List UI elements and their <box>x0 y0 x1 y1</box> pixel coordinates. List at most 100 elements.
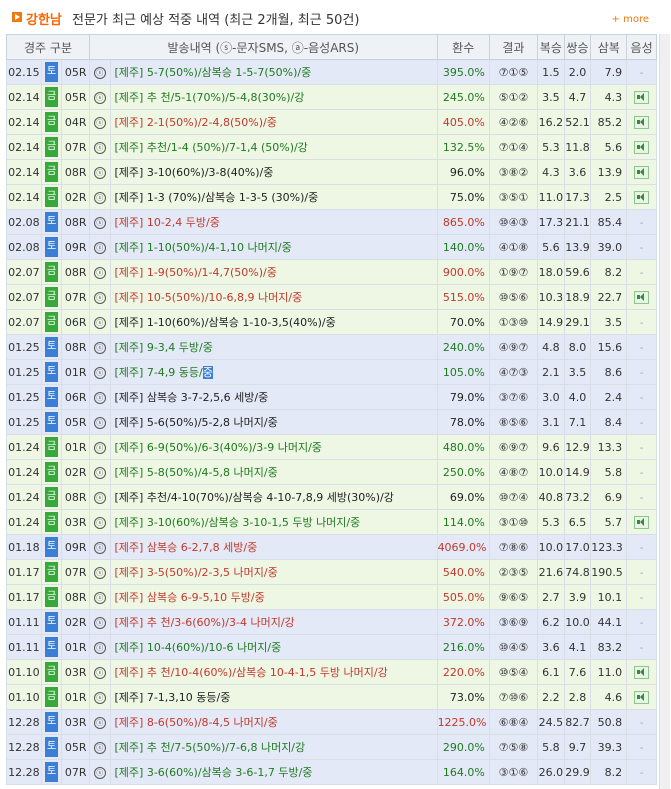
prediction-text[interactable]: 8-6(50%)/8-4,5 나머지/중 <box>147 716 278 729</box>
content-cell[interactable]: [제주] 추천/1-4 (50%)/7-1,4 (50%)/강 <box>109 134 438 160</box>
content-cell[interactable]: [제주] 9-3,4 두방/중 <box>109 334 438 360</box>
prediction-text[interactable]: 1-10(60%)/삼복승 1-10-3,5(40%)/중 <box>147 316 336 329</box>
prediction-text[interactable]: 5-7(50%)/삼복승 1-5-7(50%)/중 <box>147 66 311 79</box>
sambok-cell: 2.4 <box>590 384 628 410</box>
prediction-text[interactable]: 1-9(50%)/1-4,7(50%)/중 <box>147 266 277 279</box>
prediction-text[interactable]: 10-2,4 두방/중 <box>147 216 220 229</box>
content-cell[interactable]: [제주] 6-9(50%)/6-3(40%)/3-9 나머지/중 <box>109 434 438 460</box>
prediction-tail[interactable]: 중 <box>202 366 213 379</box>
date-cell: 01.25 <box>6 359 42 385</box>
prediction-text[interactable]: 7-4,9 동등/ <box>147 366 203 379</box>
speaker-icon[interactable] <box>634 515 650 529</box>
speaker-icon[interactable] <box>634 140 650 154</box>
voice-cell[interactable] <box>626 659 657 685</box>
expert-name[interactable]: 강한남 <box>26 9 62 28</box>
speaker-icon[interactable] <box>634 165 650 179</box>
content-cell[interactable]: [제주] 1-9(50%)/1-4,7(50%)/중 <box>109 259 438 285</box>
content-cell[interactable]: [제주] 추천/4-10(70%)/삼복승 4-10-7,8,9 세방(30%)… <box>109 484 438 510</box>
mode-cell: ⓢ <box>89 334 111 360</box>
content-cell[interactable]: [제주] 2-1(50%)/2-4,8(50%)/중 <box>109 109 438 135</box>
content-cell[interactable]: [제주] 1-10(60%)/삼복승 1-10-3,5(40%)/중 <box>109 309 438 335</box>
content-cell[interactable]: [제주] 5-8(50%)/4-5,8 나머지/중 <box>109 459 438 485</box>
prediction-text[interactable]: 추 천/3-6(60%)/3-4 나머지/강 <box>147 616 295 629</box>
sms-icon: ⓢ <box>93 267 106 279</box>
race-date: 02.14 <box>8 90 40 104</box>
content-cell[interactable]: [제주] 8-6(50%)/8-4,5 나머지/중 <box>109 709 438 735</box>
content-cell[interactable]: [제주] 3-10(60%)/3-8(40%)/중 <box>109 159 438 185</box>
prediction-text[interactable]: 3-6(60%)/삼복승 3-6-1,7 두방/중 <box>147 766 313 779</box>
prediction-text[interactable]: 3-10(60%)/3-8(40%)/중 <box>147 166 274 179</box>
day-badge: 토 <box>45 62 59 82</box>
content-cell[interactable]: [제주] 추 천/3-6(60%)/3-4 나머지/강 <box>109 609 438 635</box>
voice-cell[interactable] <box>626 184 657 210</box>
speaker-icon[interactable] <box>634 115 650 129</box>
bok-cell: 2.1 <box>537 359 565 385</box>
prediction-text[interactable]: 5-8(50%)/4-5,8 나머지/중 <box>147 466 278 479</box>
content-cell[interactable]: [제주] 5-6(50%)/5-2,8 나머지/중 <box>109 409 438 435</box>
prediction-text[interactable]: 추천/4-10(70%)/삼복승 4-10-7,8,9 세방(30%)/강 <box>147 491 394 504</box>
prediction-text[interactable]: 삼복승 6-9-5,10 두방/중 <box>147 591 265 604</box>
more-link[interactable]: + more <box>612 14 649 25</box>
voice-cell[interactable] <box>626 509 657 535</box>
voice-cell[interactable] <box>626 84 657 110</box>
sambok-cell: 85.2 <box>590 109 628 135</box>
mode-cell: ⓢ <box>89 184 111 210</box>
content-cell[interactable]: [제주] 7-4,9 동등/중 <box>109 359 438 385</box>
content-cell[interactable]: [제주] 10-4(60%)/10-6 나머지/중 <box>109 634 438 660</box>
prediction-text[interactable]: 1-3 (70%)/삼복승 1-3-5 (30%)/중 <box>147 191 318 204</box>
content-cell[interactable]: [제주] 1-3 (70%)/삼복승 1-3-5 (30%)/중 <box>109 184 438 210</box>
content-cell[interactable]: [제주] 10-5(50%)/10-6,8,9 나머지/중 <box>109 284 438 310</box>
prediction-text[interactable]: 삼복승 3-7-2,5,6 세방/중 <box>147 391 268 404</box>
voice-cell[interactable] <box>626 109 657 135</box>
voice-cell[interactable] <box>626 134 657 160</box>
prediction-text[interactable]: 10-4(60%)/10-6 나머지/중 <box>147 641 281 654</box>
speaker-icon[interactable] <box>634 190 650 204</box>
bok-value: 40.8 <box>538 490 564 504</box>
mode-cell: ⓢ <box>89 584 111 610</box>
ssang-value: 4.1 <box>568 640 587 654</box>
voice-cell[interactable] <box>626 684 657 710</box>
voice-cell[interactable] <box>626 284 657 310</box>
content-cell[interactable]: [제주] 3-5(50%)/2-3,5 나머지/중 <box>109 559 438 585</box>
speaker-icon[interactable] <box>634 290 650 304</box>
voice-cell[interactable] <box>626 159 657 185</box>
prediction-text[interactable]: 9-3,4 두방/중 <box>147 341 213 354</box>
content-cell[interactable]: [제주] 추 천/10-4(60%)/삼복승 10-4-1,5 두방 나머지/강 <box>109 659 438 685</box>
prediction-text[interactable]: 2-1(50%)/2-4,8(50%)/중 <box>147 116 277 129</box>
prediction-text[interactable]: 3-5(50%)/2-3,5 나머지/중 <box>147 566 278 579</box>
prediction-text[interactable]: 3-10(60%)/삼복승 3-10-1,5 두방 나머지/중 <box>147 516 360 529</box>
speaker-icon[interactable] <box>634 90 650 104</box>
no-voice: - <box>639 365 644 379</box>
content-cell[interactable]: [제주] 삼복승 3-7-2,5,6 세방/중 <box>109 384 438 410</box>
prediction-text[interactable]: 5-6(50%)/5-2,8 나머지/중 <box>147 416 278 429</box>
content-cell[interactable]: [제주] 3-10(60%)/삼복승 3-10-1,5 두방 나머지/중 <box>109 509 438 535</box>
race-cell: 02R <box>61 459 91 485</box>
table-row: 01.24 금 03R ⓢ [제주] 3-10(60%)/삼복승 3-10-1,5 두방… <box>6 509 657 535</box>
content-cell[interactable]: [제주] 5-7(50%)/삼복승 1-5-7(50%)/중 <box>109 59 438 85</box>
speaker-icon[interactable] <box>634 665 650 679</box>
day-cell: 금 <box>40 309 63 335</box>
content-cell[interactable]: [제주] 7-1,3,10 동등/중 <box>109 684 438 710</box>
content-cell[interactable]: [제주] 1-10(50%)/4-1,10 나머지/중 <box>109 234 438 260</box>
prediction-text[interactable]: 추 천/5-1(70%)/5-4,8(30%)/강 <box>147 91 304 104</box>
content-cell[interactable]: [제주] 삼복승 6-9-5,10 두방/중 <box>109 584 438 610</box>
content-cell[interactable]: [제주] 3-6(60%)/삼복승 3-6-1,7 두방/중 <box>109 759 438 785</box>
day-cell: 금 <box>40 684 63 710</box>
content-cell[interactable]: [제주] 추 천/7-5(50%)/7-6,8 나머지/강 <box>109 734 438 760</box>
scrollbar[interactable] <box>659 34 670 789</box>
prediction-text[interactable]: 삼복승 6-2,7,8 세방/중 <box>147 541 257 554</box>
content-cell[interactable]: [제주] 삼복승 6-2,7,8 세방/중 <box>109 534 438 560</box>
speaker-icon[interactable] <box>634 690 650 704</box>
prediction-text[interactable]: 1-10(50%)/4-1,10 나머지/중 <box>147 241 292 254</box>
result-value: ①③⑩ <box>498 315 529 329</box>
prediction-text[interactable]: 10-5(50%)/10-6,8,9 나머지/중 <box>147 291 302 304</box>
content-cell[interactable]: [제주] 추 천/5-1(70%)/5-4,8(30%)/강 <box>109 84 438 110</box>
prediction-text[interactable]: 6-9(50%)/6-3(40%)/3-9 나머지/중 <box>147 441 322 454</box>
prediction-text[interactable]: 추 천/10-4(60%)/삼복승 10-4-1,5 두방 나머지/강 <box>147 666 388 679</box>
track-label: [제주] <box>114 516 144 529</box>
prediction-text[interactable]: 추천/1-4 (50%)/7-1,4 (50%)/강 <box>147 141 308 154</box>
prediction-text[interactable]: 추 천/7-5(50%)/7-6,8 나머지/강 <box>147 741 305 754</box>
content-cell[interactable]: [제주] 10-2,4 두방/중 <box>109 209 438 235</box>
bok-cell: 3.1 <box>537 409 565 435</box>
prediction-text[interactable]: 7-1,3,10 동등/중 <box>147 691 231 704</box>
